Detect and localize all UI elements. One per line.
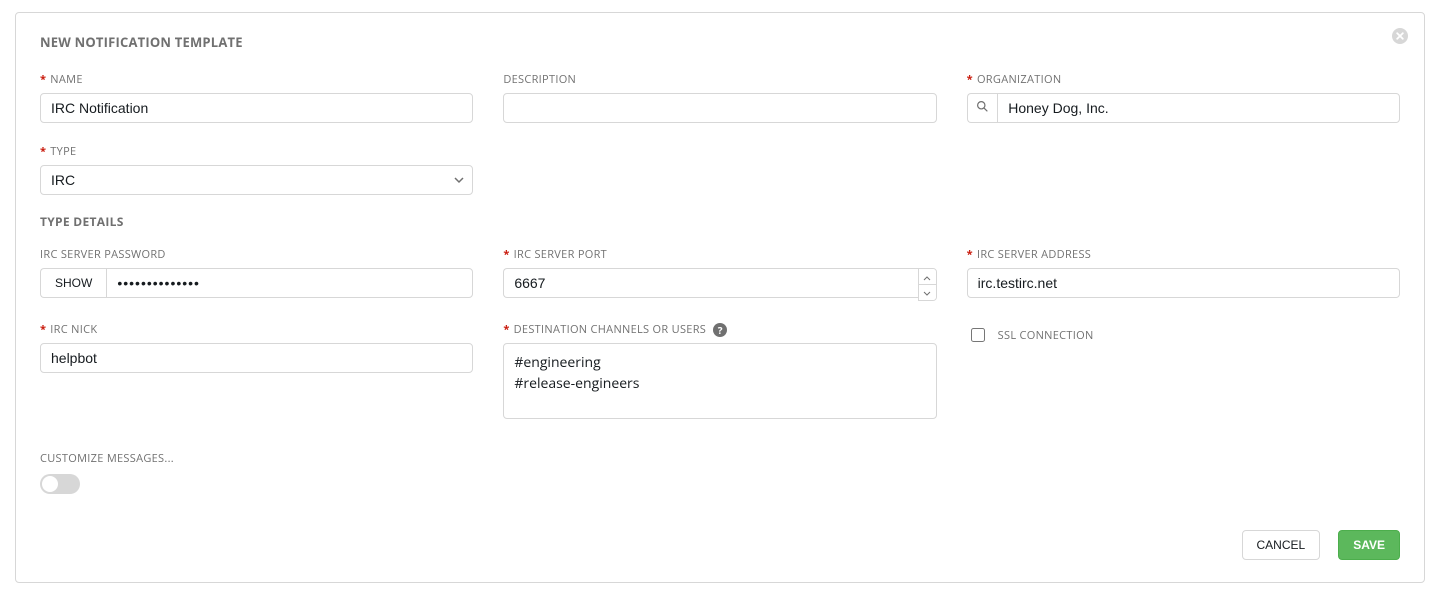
customize-toggle[interactable] xyxy=(40,474,80,494)
row-irc-2: *IRC NICK *DESTINATION CHANNELS OR USERS… xyxy=(40,319,1400,423)
irc-address-input[interactable] xyxy=(967,268,1400,298)
chevron-down-icon xyxy=(923,285,931,300)
irc-port-input[interactable] xyxy=(503,268,917,298)
label-name: *NAME xyxy=(40,72,83,87)
field-irc-port: *IRC SERVER PORT xyxy=(503,244,936,301)
description-input[interactable] xyxy=(503,93,936,123)
field-description: DESCRIPTION xyxy=(503,69,936,123)
search-icon xyxy=(976,100,989,116)
help-icon[interactable]: ? xyxy=(713,323,727,337)
label-irc-port: *IRC SERVER PORT xyxy=(503,247,607,262)
type-details-heading: TYPE DETAILS xyxy=(40,213,1400,230)
toggle-knob xyxy=(42,476,58,492)
show-password-button[interactable]: SHOW xyxy=(40,268,106,298)
cancel-button[interactable]: CANCEL xyxy=(1242,530,1321,560)
label-irc-address: *IRC SERVER ADDRESS xyxy=(967,247,1091,262)
organization-search-button[interactable] xyxy=(967,93,998,123)
close-button[interactable] xyxy=(1392,27,1410,45)
irc-password-input[interactable] xyxy=(106,268,473,298)
irc-nick-input[interactable] xyxy=(40,343,473,373)
field-name: *NAME xyxy=(40,69,473,123)
dest-channels-textarea[interactable] xyxy=(503,343,936,419)
name-input[interactable] xyxy=(40,93,473,123)
label-organization: *ORGANIZATION xyxy=(967,72,1062,87)
label-type: *TYPE xyxy=(40,144,76,159)
field-irc-nick: *IRC NICK xyxy=(40,319,473,373)
field-irc-password: IRC SERVER PASSWORD SHOW xyxy=(40,244,473,298)
field-dest-channels: *DESTINATION CHANNELS OR USERS ? xyxy=(503,319,936,423)
port-step-up[interactable] xyxy=(919,269,936,285)
organization-input[interactable] xyxy=(997,93,1400,123)
field-type: *TYPE xyxy=(40,141,473,195)
type-select[interactable] xyxy=(40,165,473,195)
label-ssl: SSL CONNECTION xyxy=(998,328,1094,343)
label-customize: CUSTOMIZE MESSAGES... xyxy=(40,451,1400,466)
customize-block: CUSTOMIZE MESSAGES... xyxy=(40,451,1400,498)
row-irc-1: IRC SERVER PASSWORD SHOW *IRC SERVER POR… xyxy=(40,244,1400,301)
row-type: *TYPE xyxy=(40,141,1400,195)
row-basic: *NAME DESCRIPTION *ORGANIZATION xyxy=(40,69,1400,123)
chevron-up-icon xyxy=(923,269,931,284)
panel-title: NEW NOTIFICATION TEMPLATE xyxy=(40,33,1400,51)
field-organization: *ORGANIZATION xyxy=(967,69,1400,123)
port-step-down[interactable] xyxy=(919,285,936,300)
save-button[interactable]: SAVE xyxy=(1338,530,1400,560)
notification-template-panel: NEW NOTIFICATION TEMPLATE *NAME DESCRIPT… xyxy=(15,12,1425,583)
actions: CANCEL SAVE xyxy=(40,530,1400,560)
label-irc-password: IRC SERVER PASSWORD xyxy=(40,247,166,262)
port-spinner xyxy=(918,268,937,301)
ssl-checkbox[interactable] xyxy=(971,328,985,342)
label-description: DESCRIPTION xyxy=(503,72,576,87)
close-icon xyxy=(1392,28,1410,44)
field-irc-address: *IRC SERVER ADDRESS xyxy=(967,244,1400,298)
field-ssl: SSL CONNECTION xyxy=(967,319,1400,345)
label-dest-channels: *DESTINATION CHANNELS OR USERS ? xyxy=(503,322,727,337)
label-irc-nick: *IRC NICK xyxy=(40,322,97,337)
